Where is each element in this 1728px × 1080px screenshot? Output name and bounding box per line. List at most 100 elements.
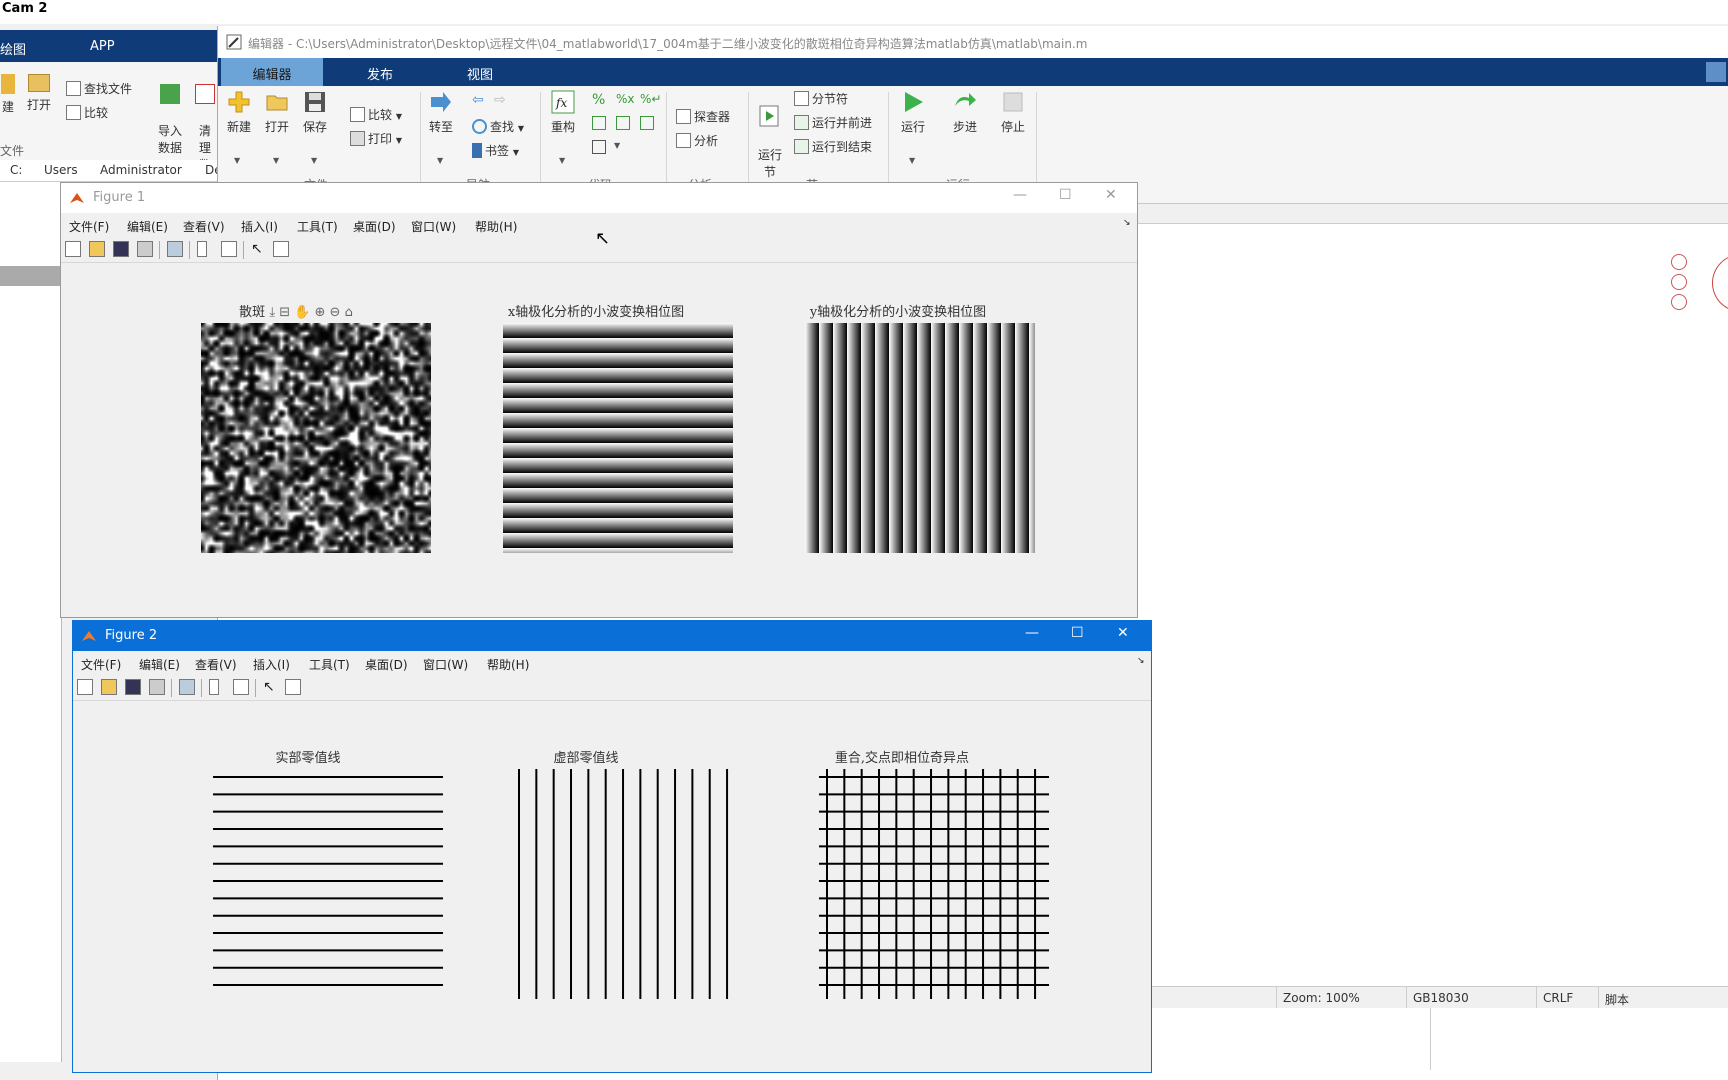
compare-button[interactable]: 比较 [66, 104, 108, 121]
refactor-dropdown-icon[interactable]: ▼ [559, 156, 565, 165]
current-folder-panel[interactable] [0, 182, 62, 1062]
tab-editor[interactable]: 编辑器 [221, 58, 323, 86]
colorbar-icon[interactable] [197, 241, 207, 257]
open-button[interactable]: 打开 [24, 74, 54, 113]
menu-insert[interactable]: 插入(I) [241, 218, 278, 235]
back-arrow-icon[interactable]: ⇦ [472, 92, 484, 108]
menu-tools[interactable]: 工具(T) [297, 218, 338, 235]
legend-icon[interactable] [221, 241, 237, 257]
new-dropdown-icon[interactable]: ▼ [234, 156, 240, 165]
menu-view[interactable]: 查看(V) [195, 656, 237, 673]
breadcrumb-drive[interactable]: C: [10, 163, 22, 177]
pointer-icon[interactable]: ↖ [263, 679, 275, 695]
compare-file-button[interactable]: 比较 ▼ [350, 106, 402, 123]
menu-view[interactable]: 查看(V) [183, 218, 225, 235]
menu-file[interactable]: 文件(F) [81, 656, 121, 673]
breadcrumb-admin[interactable]: Administrator [100, 163, 182, 177]
print-icon[interactable] [137, 241, 153, 257]
tab-view[interactable]: 视图 [430, 58, 530, 86]
open-dropdown-icon[interactable]: ▼ [273, 156, 279, 165]
find-button[interactable]: 查找 ▼ [472, 118, 524, 135]
profiler-button[interactable]: 探查器 [676, 108, 730, 125]
menu-desktop[interactable]: 桌面(D) [353, 218, 396, 235]
run-section-button[interactable]: 运行 节 [752, 90, 788, 180]
indent-icon[interactable] [616, 116, 630, 130]
minimize-icon[interactable]: — [1013, 187, 1027, 203]
analyze-button[interactable]: 分析 [676, 132, 718, 149]
menu-tools[interactable]: 工具(T) [309, 656, 350, 673]
save-button[interactable]: 保存 [300, 90, 330, 135]
function-icon[interactable] [592, 140, 606, 154]
new-figure-icon[interactable] [77, 679, 93, 695]
colorbar-icon[interactable] [209, 679, 219, 695]
run-button[interactable]: 运行 [898, 90, 928, 135]
tab-app[interactable]: APP [90, 39, 115, 54]
y-phase-image[interactable] [805, 323, 1035, 553]
smart-indent-icon[interactable] [640, 116, 654, 130]
open-icon[interactable] [89, 241, 105, 257]
imag-zero-lines-plot[interactable] [511, 769, 741, 999]
wrap-comment-icon[interactable]: %↵ [640, 92, 661, 106]
new-figure-icon[interactable] [65, 241, 81, 257]
stop-button[interactable]: 停止 [998, 90, 1028, 135]
menu-insert[interactable]: 插入(I) [253, 656, 290, 673]
find-files-button[interactable]: 查找文件 [66, 80, 132, 97]
save-dropdown-icon[interactable]: ▼ [311, 156, 317, 165]
maximize-icon[interactable]: ☐ [1071, 625, 1084, 641]
close-icon[interactable]: ✕ [1117, 625, 1129, 641]
menu-window[interactable]: 窗口(W) [423, 656, 468, 673]
open-file-button[interactable]: 打开 [262, 90, 292, 135]
close-icon[interactable]: ✕ [1105, 187, 1117, 203]
avatar-widget[interactable] [1712, 254, 1728, 312]
pointer-icon[interactable]: ↖ [251, 241, 263, 257]
comment-percent-icon[interactable]: % [592, 92, 605, 108]
menu-window[interactable]: 窗口(W) [411, 218, 456, 235]
x-phase-image[interactable] [503, 323, 733, 553]
run-and-advance-button[interactable]: 运行并前进 [794, 114, 872, 131]
circle-icon[interactable] [1671, 294, 1687, 310]
layout-icon[interactable] [1706, 62, 1726, 82]
new-script-button[interactable]: 建 [0, 74, 16, 115]
intersection-plot[interactable] [819, 769, 1049, 999]
import-data-button[interactable]: 导入 数据 [155, 70, 185, 156]
save-icon[interactable] [113, 241, 129, 257]
property-editor-icon[interactable] [273, 241, 289, 257]
goto-dropdown-icon[interactable]: ▼ [437, 156, 443, 165]
function-dropdown-icon[interactable]: ▼ [614, 141, 620, 150]
speckle-image[interactable] [201, 323, 431, 553]
print-button[interactable]: 打印 ▼ [350, 130, 402, 147]
menu-desktop[interactable]: 桌面(D) [365, 656, 408, 673]
link-plot-icon[interactable] [179, 679, 195, 695]
breadcrumb-users[interactable]: Users [44, 163, 78, 177]
menu-file[interactable]: 文件(F) [69, 218, 109, 235]
link-plot-icon[interactable] [167, 241, 183, 257]
legend-icon[interactable] [233, 679, 249, 695]
maximize-icon[interactable]: ☐ [1059, 187, 1072, 203]
menu-help[interactable]: 帮助(H) [487, 656, 529, 673]
refactor-button[interactable]: fx 重构 [548, 90, 578, 135]
axes-toolbar[interactable]: ⤓ ⊟ ✋ ⊕ ⊖ ⌂ [269, 305, 353, 320]
minimize-icon[interactable]: — [1025, 625, 1039, 641]
run-to-end-button[interactable]: 运行到结束 [794, 138, 872, 155]
tab-publish[interactable]: 发布 [330, 58, 430, 86]
command-window-area[interactable] [1060, 1008, 1728, 1070]
circle-icon[interactable] [1671, 274, 1687, 290]
circle-icon[interactable] [1671, 254, 1687, 270]
tab-plots[interactable]: 绘图 [0, 39, 26, 58]
bookmark-button[interactable]: 书签 ▼ [472, 142, 519, 159]
section-break-button[interactable]: 分节符 [794, 90, 848, 107]
menu-edit[interactable]: 编辑(E) [127, 218, 168, 235]
menu-help[interactable]: 帮助(H) [475, 218, 517, 235]
goto-button[interactable]: 转至 [426, 90, 456, 135]
open-icon[interactable] [101, 679, 117, 695]
property-editor-icon[interactable] [285, 679, 301, 695]
selected-file-row[interactable] [0, 266, 62, 286]
insert-section-icon[interactable] [592, 116, 606, 130]
save-icon[interactable] [125, 679, 141, 695]
run-dropdown-icon[interactable]: ▼ [909, 156, 915, 165]
menu-edit[interactable]: 编辑(E) [139, 656, 180, 673]
address-bar[interactable]: C: Users Administrator De [0, 160, 222, 182]
uncomment-icon[interactable]: %x [616, 92, 635, 106]
menubar-arrow-icon[interactable]: ↘ [1123, 218, 1131, 228]
menubar-arrow-icon[interactable]: ↘ [1137, 656, 1145, 666]
